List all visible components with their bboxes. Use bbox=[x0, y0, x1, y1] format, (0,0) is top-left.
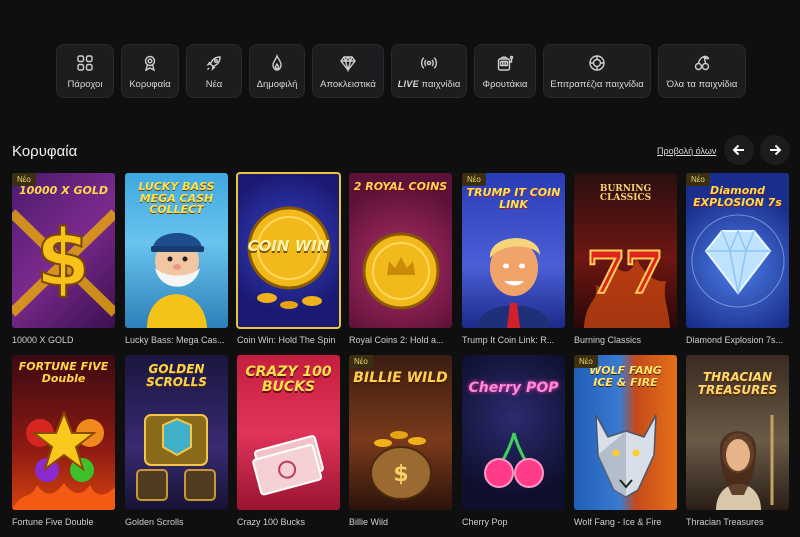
game-logo: FORTUNE FIVE Double bbox=[18, 360, 109, 385]
category-label: Νέα bbox=[205, 78, 223, 90]
game-logo: GOLDEN SCROLLS bbox=[146, 362, 207, 389]
game-caption: Trump It Coin Link: R... bbox=[462, 335, 555, 345]
flame-icon bbox=[267, 53, 287, 73]
game-caption: Diamond Explosion 7s... bbox=[686, 335, 784, 345]
category-label-text: παιχνίδια bbox=[421, 78, 461, 90]
game-caption: Coin Win: Hold The Spin bbox=[237, 335, 336, 345]
svg-text:7: 7 bbox=[624, 239, 664, 307]
game-artwork bbox=[349, 173, 452, 328]
new-badge: Νέο bbox=[686, 173, 710, 186]
rocket-icon bbox=[204, 53, 224, 73]
game-tile-thracian-treasures[interactable]: THRACIAN TREASURES bbox=[686, 355, 789, 510]
broadcast-icon bbox=[419, 53, 439, 73]
game-caption: Crazy 100 Bucks bbox=[237, 517, 306, 527]
game-tile-billie-wild[interactable]: Νέο $ BILLIE WILD bbox=[349, 355, 452, 510]
slot-machine-icon bbox=[495, 53, 515, 73]
diamond-icon bbox=[338, 53, 358, 73]
game-tile-fortune-five-double[interactable]: FORTUNE FIVE Double bbox=[12, 355, 115, 510]
game-logo: COIN WIN bbox=[247, 237, 330, 255]
carousel-prev-button[interactable] bbox=[724, 135, 754, 165]
game-tile-trump-it-coin-link[interactable]: Νέο TRUMP IT COIN LINK bbox=[462, 173, 565, 328]
game-tile-10000-x-gold[interactable]: Νέο $ 10000 X GOLD bbox=[12, 173, 115, 328]
game-caption: Thracian Treasures bbox=[686, 517, 764, 527]
game-caption: Lucky Bass: Mega Cas... bbox=[125, 335, 225, 345]
game-caption: 10000 X GOLD bbox=[12, 335, 74, 345]
game-tile-cherry-pop[interactable]: Cherry POP bbox=[462, 355, 565, 510]
medal-icon bbox=[140, 53, 160, 73]
category-new[interactable]: Νέα bbox=[186, 44, 242, 98]
category-label: Φρουτάκια bbox=[482, 78, 528, 90]
category-exclusive[interactable]: Αποκλειστικά bbox=[312, 44, 384, 98]
svg-text:$: $ bbox=[36, 214, 90, 304]
game-logo: WOLF FANG ICE & FIRE bbox=[589, 364, 662, 389]
category-label: Δημοφιλή bbox=[256, 78, 298, 90]
category-slots[interactable]: Φρουτάκια bbox=[474, 44, 536, 98]
new-badge: Νέο bbox=[349, 355, 373, 368]
category-live-games[interactable]: LIVE παιχνίδια bbox=[391, 44, 467, 98]
game-logo: LUCKY BASS MEGA CASH COLLECT bbox=[138, 180, 215, 217]
view-all-link[interactable]: Προβολή όλων bbox=[657, 146, 716, 156]
game-logo: Diamond EXPLOSION 7s bbox=[693, 184, 782, 209]
category-label: Αποκλειστικά bbox=[320, 78, 376, 90]
section-title: Κορυφαία bbox=[12, 143, 78, 160]
game-logo: TRUMP IT COIN LINK bbox=[466, 186, 561, 211]
game-caption: Wolf Fang - Ice & Fire bbox=[574, 517, 662, 527]
game-tile-crazy-100-bucks[interactable]: CRAZY 100 BUCKS bbox=[237, 355, 340, 510]
category-label: Επιτραπέζια παιχνίδια bbox=[550, 78, 644, 90]
category-label: Όλα τα παιχνίδια bbox=[666, 78, 738, 90]
arrow-right-icon bbox=[770, 144, 782, 156]
cherries-icon bbox=[692, 53, 712, 73]
svg-text:$: $ bbox=[393, 462, 408, 487]
game-tile-golden-scrolls[interactable]: GOLDEN SCROLLS bbox=[125, 355, 228, 510]
category-label: Πάροχοι bbox=[67, 78, 103, 90]
game-tile-diamond-explosion[interactable]: Νέο Diamond EXPLOSION 7s bbox=[686, 173, 789, 328]
game-tile-coin-win[interactable]: COIN WIN bbox=[236, 172, 341, 329]
game-logo: 10000 X GOLD bbox=[19, 184, 108, 197]
chip-icon bbox=[587, 53, 607, 73]
game-logo: 2 ROYAL COINS bbox=[353, 180, 448, 193]
game-logo: BILLIE WILD bbox=[353, 370, 448, 386]
game-caption: Golden Scrolls bbox=[125, 517, 184, 527]
game-artwork bbox=[462, 355, 565, 510]
game-tile-wolf-fang[interactable]: Νέο WOLF FANG ICE & FIRE bbox=[574, 355, 677, 510]
category-all-games[interactable]: Όλα τα παιχνίδια bbox=[658, 44, 746, 98]
carousel-next-button[interactable] bbox=[760, 135, 790, 165]
category-providers[interactable]: Πάροχοι bbox=[56, 44, 114, 98]
category-top[interactable]: Κορυφαία bbox=[121, 44, 179, 98]
game-caption: Burning Classics bbox=[574, 335, 642, 345]
game-tile-lucky-bass[interactable]: LUCKY BASS MEGA CASH COLLECT bbox=[125, 173, 228, 328]
game-tile-royal-coins-2[interactable]: 2 ROYAL COINS bbox=[349, 173, 452, 328]
new-badge: Νέο bbox=[12, 173, 36, 186]
category-popular[interactable]: Δημοφιλή bbox=[249, 44, 305, 98]
game-caption: Fortune Five Double bbox=[12, 517, 94, 527]
game-logo: CRAZY 100 BUCKS bbox=[245, 364, 332, 395]
game-logo: Cherry POP bbox=[468, 380, 559, 396]
new-badge: Νέο bbox=[462, 173, 486, 186]
game-logo: THRACIAN TREASURES bbox=[697, 370, 778, 397]
grid-icon bbox=[75, 53, 95, 73]
game-caption: Royal Coins 2: Hold a... bbox=[349, 335, 444, 345]
category-bar: Πάροχοι Κορυφαία Νέα Δημοφιλή Αποκλειστι… bbox=[56, 44, 746, 98]
svg-text:7: 7 bbox=[586, 239, 626, 307]
game-tile-burning-classics[interactable]: 7 7 BURNING CLASSICS bbox=[574, 173, 677, 328]
category-label: LIVE παιχνίδια bbox=[398, 79, 461, 90]
arrow-left-icon bbox=[732, 144, 744, 156]
live-label: LIVE bbox=[397, 78, 419, 89]
game-caption: Cherry Pop bbox=[462, 517, 508, 527]
category-label: Κορυφαία bbox=[129, 78, 171, 90]
game-caption: Billie Wild bbox=[349, 517, 389, 527]
new-badge: Νέο bbox=[574, 355, 598, 368]
category-table-games[interactable]: Επιτραπέζια παιχνίδια bbox=[543, 44, 651, 98]
game-logo: BURNING CLASSICS bbox=[599, 184, 652, 204]
